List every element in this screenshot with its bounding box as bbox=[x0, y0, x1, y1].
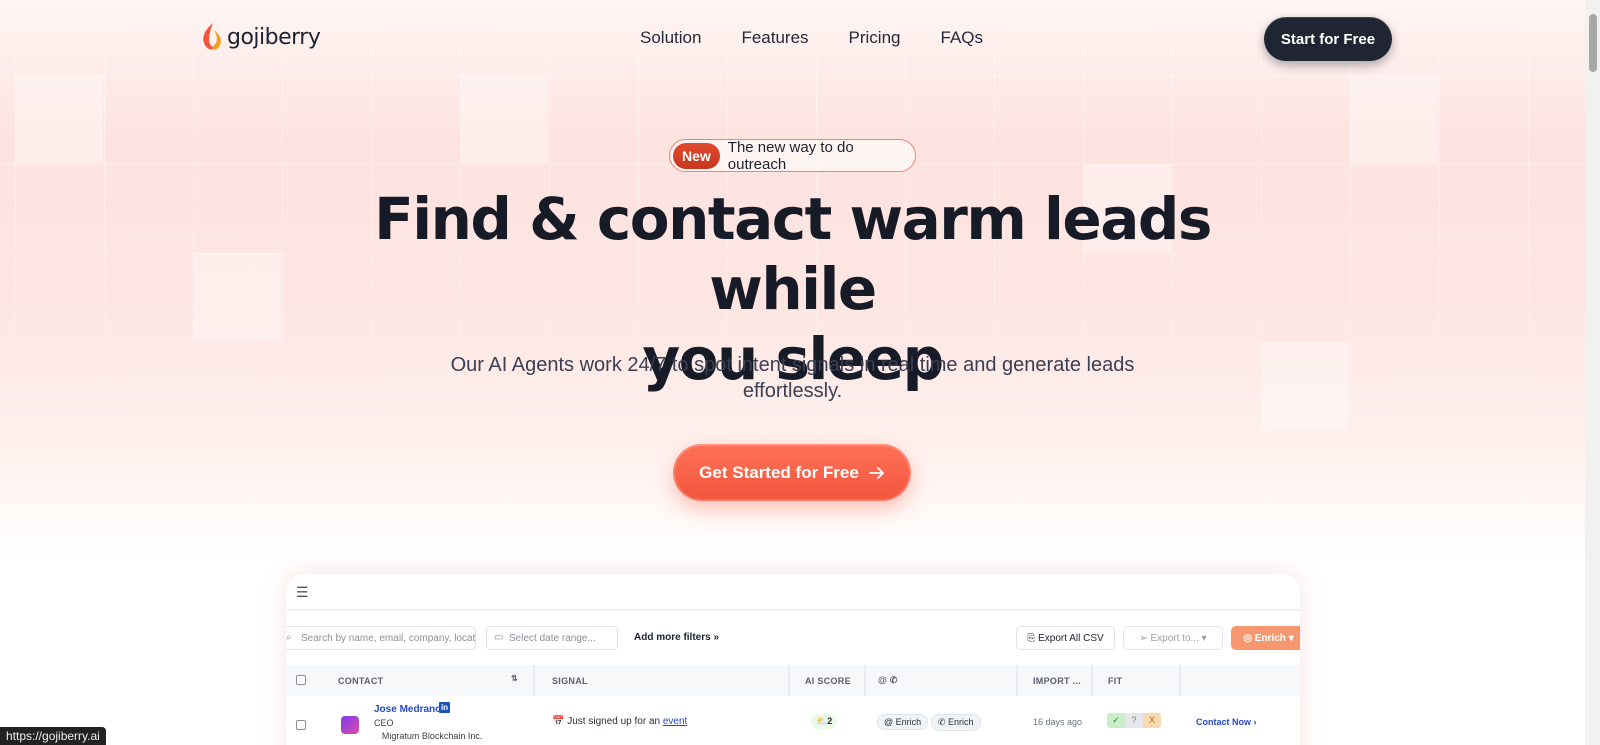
bg-tile bbox=[1350, 75, 1438, 163]
fit-yes-button[interactable]: ✓ bbox=[1107, 713, 1125, 728]
column-divider bbox=[864, 665, 866, 696]
bg-tile bbox=[15, 75, 103, 163]
contact-now-link[interactable]: Contact Now › bbox=[1196, 717, 1257, 727]
hero-subhead: Our AI Agents work 24/7 to spot intent s… bbox=[450, 354, 1135, 402]
main-nav: Solution Features Pricing FAQs bbox=[640, 28, 983, 48]
col-import: IMPORT ... bbox=[1033, 676, 1081, 686]
page-scrollbar[interactable] bbox=[1585, 0, 1600, 745]
signal-label: Just signed up for an bbox=[567, 716, 661, 727]
enrich-icon: ◎ bbox=[1243, 632, 1255, 644]
announcement-badge[interactable]: New The new way to do outreach bbox=[669, 138, 916, 173]
badge-text: The new way to do outreach bbox=[727, 138, 854, 173]
flame-logo-icon bbox=[203, 23, 221, 50]
contact-name[interactable]: Jose Medrano bbox=[374, 704, 441, 715]
export-csv-button[interactable]: ⎘ Export All CSV bbox=[1016, 626, 1115, 650]
headline-line-1: Find & contact warm leads while bbox=[374, 185, 1212, 323]
col-signal: SIGNAL bbox=[552, 676, 588, 686]
bg-tile bbox=[193, 253, 281, 341]
row-checkbox[interactable] bbox=[296, 720, 306, 730]
get-started-button[interactable]: Get Started for Free bbox=[673, 444, 911, 501]
imported-time: 16 days ago bbox=[1033, 717, 1083, 727]
app-toolbar: ☰ bbox=[286, 574, 1300, 611]
fit-no-button[interactable]: X bbox=[1143, 713, 1161, 728]
table-row[interactable]: Jose Medrano in CEO ◌ Migratum Blockchai… bbox=[286, 696, 1300, 745]
get-started-label: Get Started for Free bbox=[699, 462, 859, 482]
phone-icon: ✆ bbox=[938, 717, 949, 727]
send-icon: ➢ bbox=[1139, 632, 1151, 644]
ai-score-badge: ⛅2 bbox=[811, 714, 838, 729]
column-divider bbox=[788, 665, 790, 696]
fit-selector: ✓ ? X bbox=[1107, 713, 1161, 728]
sort-icon[interactable]: ⇅ bbox=[511, 674, 518, 683]
ai-score-value: 2 bbox=[827, 716, 833, 726]
company-dot-icon: ◌ bbox=[374, 731, 382, 741]
date-range-input[interactable]: ▭ Select date range... bbox=[486, 626, 618, 650]
column-divider bbox=[1091, 665, 1093, 696]
enrich-phone-label: Enrich bbox=[948, 717, 974, 727]
logo[interactable]: gojiberry bbox=[201, 22, 321, 52]
filter-bar: ⌕ Search by name, email, company, locat … bbox=[286, 626, 1300, 652]
linkedin-icon[interactable]: in bbox=[439, 702, 450, 713]
signal-text: 📅 Just signed up for an event bbox=[552, 716, 687, 727]
col-score: AI SCORE bbox=[805, 676, 851, 686]
calendar-icon: 📅 bbox=[552, 716, 568, 727]
chevron-right-icon: › bbox=[1251, 717, 1257, 727]
start-free-button[interactable]: Start for Free bbox=[1264, 17, 1392, 61]
export-icon: ⎘ bbox=[1027, 632, 1039, 644]
signal-event-link[interactable]: event bbox=[663, 716, 687, 727]
export-to-dropdown[interactable]: ➢ Export to... ▾ bbox=[1123, 626, 1223, 650]
scrollbar-thumb[interactable] bbox=[1589, 14, 1597, 72]
chevron-down-icon: ▾ bbox=[1288, 632, 1294, 644]
page: gojiberry Solution Features Pricing FAQs… bbox=[0, 0, 1585, 745]
add-filters-link[interactable]: Add more filters » bbox=[634, 632, 719, 643]
column-divider bbox=[1016, 665, 1018, 696]
status-bar-url: https://gojiberry.ai bbox=[0, 727, 106, 745]
app-preview: ☰ ⌕ Search by name, email, company, loca… bbox=[286, 574, 1300, 745]
contact-title: CEO bbox=[374, 718, 394, 728]
chevron-down-icon: ▾ bbox=[1201, 632, 1207, 644]
double-chevron-icon: » bbox=[713, 632, 720, 643]
new-pill: New bbox=[673, 142, 720, 169]
contact-company: ◌ Migratum Blockchain Inc. bbox=[374, 731, 482, 741]
enrich-label: Enrich bbox=[1254, 632, 1286, 644]
email-phone-icon: @ ✆ bbox=[878, 675, 898, 685]
enrich-button[interactable]: ◎ Enrich ▾ bbox=[1231, 626, 1300, 650]
search-input[interactable]: ⌕ Search by name, email, company, locat bbox=[286, 626, 476, 650]
nav-faqs[interactable]: FAQs bbox=[941, 28, 984, 48]
nav-pricing[interactable]: Pricing bbox=[849, 28, 901, 48]
enrich-email-button[interactable]: @ Enrich bbox=[877, 714, 929, 730]
search-icon: ⌕ bbox=[286, 632, 292, 643]
export-to-label: Export to... bbox=[1150, 632, 1199, 644]
logo-text: gojiberry bbox=[227, 24, 321, 50]
column-divider bbox=[1179, 665, 1181, 696]
contact-now-label: Contact Now bbox=[1196, 717, 1251, 727]
calendar-icon: ▭ bbox=[494, 632, 504, 643]
sun-icon: ⛅ bbox=[816, 716, 828, 726]
nav-solution[interactable]: Solution bbox=[640, 28, 701, 48]
enrich-email-label: Enrich bbox=[895, 717, 922, 727]
at-icon: @ bbox=[884, 717, 896, 727]
col-fit: FIT bbox=[1108, 676, 1123, 686]
nav-features[interactable]: Features bbox=[741, 28, 808, 48]
add-filters-label: Add more filters bbox=[634, 632, 711, 643]
company-avatar bbox=[341, 716, 359, 734]
enrich-phone-button[interactable]: ✆ Enrich bbox=[931, 714, 981, 731]
site-header: gojiberry Solution Features Pricing FAQs… bbox=[0, 0, 1585, 78]
company-name: Migratum Blockchain Inc. bbox=[381, 731, 483, 741]
export-csv-label: Export All CSV bbox=[1038, 632, 1104, 644]
bg-tile bbox=[460, 75, 548, 163]
date-placeholder: Select date range... bbox=[509, 633, 596, 644]
fit-maybe-button[interactable]: ? bbox=[1125, 713, 1143, 728]
select-all-checkbox[interactable] bbox=[296, 675, 306, 685]
menu-icon[interactable]: ☰ bbox=[296, 584, 309, 601]
search-placeholder: Search by name, email, company, locat bbox=[301, 633, 476, 644]
arrow-right-icon bbox=[868, 466, 884, 479]
column-divider bbox=[533, 665, 535, 696]
col-contact: CONTACT bbox=[338, 676, 384, 686]
table-header: CONTACT ⇅ SIGNAL AI SCORE @ ✆ IMPORT ...… bbox=[286, 665, 1300, 696]
